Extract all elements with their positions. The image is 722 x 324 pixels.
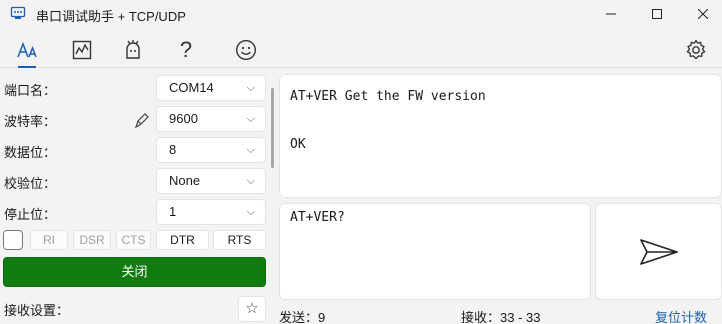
send-button[interactable] [595,203,722,300]
received-value: 33 - 33 [500,310,541,324]
chevron-down-icon: ⌵ [246,175,255,187]
star-icon[interactable]: ☆ [238,296,266,322]
send-icon [639,238,678,265]
text-mode-icon [17,41,37,58]
rts-button[interactable]: RTS [213,230,266,250]
sent-value: 9 [318,310,326,324]
dtr-button[interactable]: DTR [156,230,209,250]
text-mode-button[interactable] [12,34,42,68]
emoji-button[interactable] [231,34,261,66]
plugin-button[interactable] [118,34,148,66]
receive-settings-label: 接收设置： [4,303,70,318]
data-bits-value: 8 [169,142,177,157]
stop-bits-value: 1 [169,204,177,219]
port-config-panel: 端口名： COM14 ⌵ 波特率： 9600 ⌵ 数据位： 8 ⌵ 校验位： N… [0,70,272,324]
signal-checkbox[interactable] [3,230,23,250]
close-window-button[interactable] [680,0,722,28]
settings-button[interactable] [681,34,711,66]
received-count-label: 接收：33 - 33 [461,307,541,324]
minimize-button[interactable] [588,0,634,28]
baud-rate-label: 波特率： [4,114,57,129]
chevron-down-icon: ⌵ [246,82,255,94]
data-bits-select[interactable]: 8 ⌵ [156,137,266,163]
sent-count-label: 发送：9 [279,307,325,324]
reset-count-link[interactable]: 复位计数 [655,307,707,324]
emoji-icon [235,39,257,61]
window-title: 串口调试助手 + TCP/UDP [36,9,186,24]
dsr-button[interactable]: DSR [73,230,111,250]
waveform-button[interactable] [67,34,97,66]
pen-icon[interactable] [132,112,150,130]
receive-textarea[interactable]: AT+VER Get the FW version OK [279,74,722,198]
baud-rate-value: 9600 [169,111,198,126]
help-button[interactable]: ? [171,34,201,66]
port-name-value: COM14 [169,80,214,95]
chevron-down-icon: ⌵ [246,144,255,156]
close-icon [698,9,708,19]
help-icon: ? [179,37,193,62]
cts-button[interactable]: CTS [116,230,151,250]
left-panel-scrollbar[interactable] [271,88,274,168]
minimize-icon [606,13,616,15]
stop-bits-label: 停止位： [4,207,57,222]
title-bar: 串口调试助手 + TCP/UDP [0,0,722,28]
waveform-icon [72,40,92,60]
app-icon [10,6,26,19]
maximize-icon [652,9,662,19]
port-name-select[interactable]: COM14 ⌵ [156,75,266,101]
parity-label: 校验位： [4,176,57,191]
baud-rate-select[interactable]: 9600 ⌵ [156,106,266,132]
parity-select[interactable]: None ⌵ [156,168,266,194]
close-port-button[interactable]: 关闭 [3,257,266,287]
maximize-button[interactable] [634,0,680,28]
sent-label: 发送： [279,310,319,324]
chevron-down-icon: ⌵ [246,113,255,125]
send-input[interactable]: AT+VER? [279,203,591,300]
parity-value: None [169,173,201,188]
plugin-icon [126,40,140,59]
port-name-label: 端口名： [4,83,57,98]
data-bits-label: 数据位： [4,145,57,160]
received-label: 接收： [461,310,501,324]
toolbar: ? [0,32,722,68]
ri-button[interactable]: RI [30,230,68,250]
stop-bits-select[interactable]: 1 ⌵ [156,199,266,225]
settings-icon [686,39,706,60]
chevron-down-icon: ⌵ [246,206,255,218]
